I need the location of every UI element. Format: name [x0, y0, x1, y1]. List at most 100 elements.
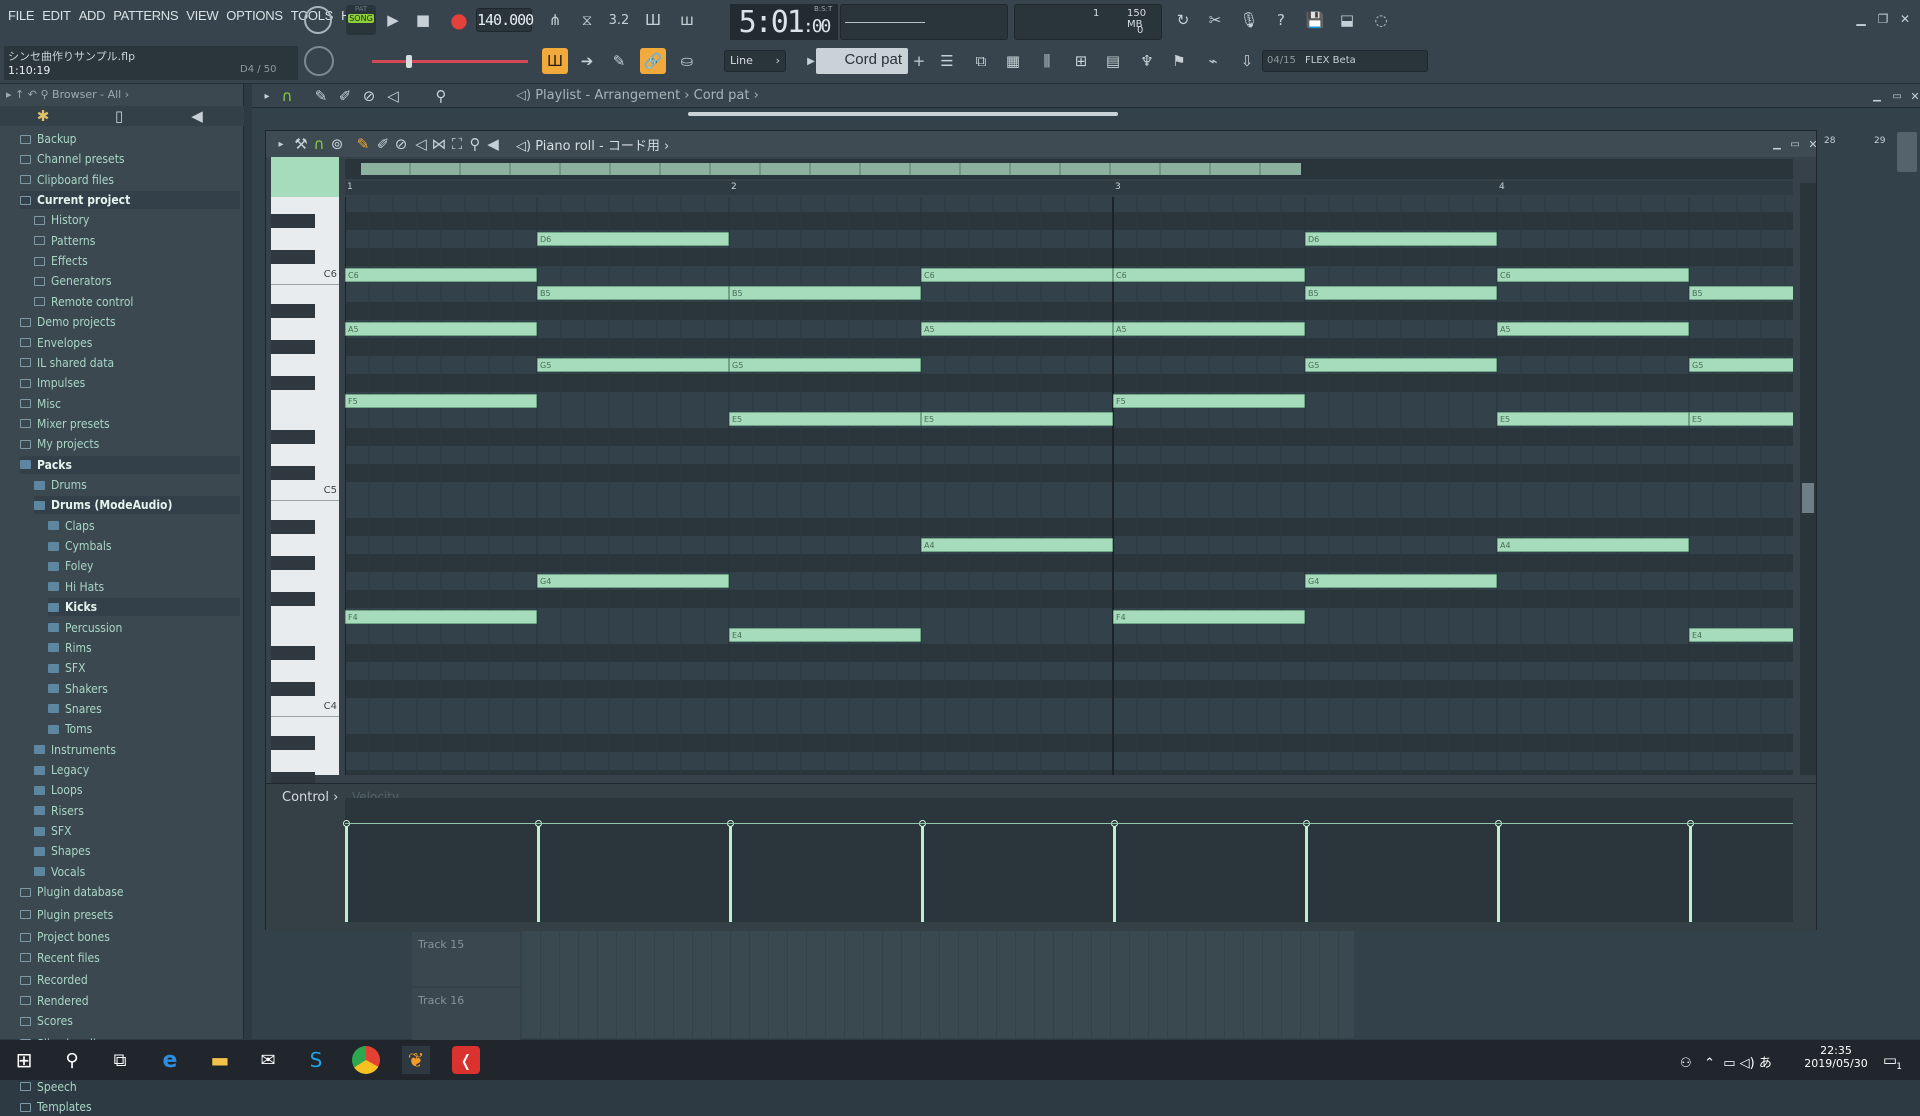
browser-item[interactable]: Drums	[34, 476, 87, 494]
browser-item[interactable]: Plugin database	[20, 883, 124, 901]
cut-icon[interactable]: ✂	[1202, 7, 1228, 33]
download-icon[interactable]: ⇩	[1234, 48, 1260, 74]
track-15-header[interactable]: Track 15	[412, 932, 520, 986]
note[interactable]: A5	[921, 322, 1113, 336]
link-icon[interactable]: 🔗	[640, 48, 666, 74]
speaker-icon[interactable]: ◀	[184, 103, 210, 129]
ime-indicator[interactable]: あ	[1759, 1056, 1772, 1071]
note[interactable]: A5	[1113, 322, 1305, 336]
black-key[interactable]	[271, 646, 315, 660]
network-icon[interactable]: ▭	[1723, 1056, 1735, 1071]
note[interactable]: E4	[1689, 628, 1793, 642]
pr-close-icon[interactable]: ✕	[1800, 131, 1826, 157]
browser-item[interactable]: Templates	[20, 1098, 92, 1116]
loop-record-icon[interactable]: ш	[674, 7, 700, 33]
browser-item[interactable]: Remote control	[34, 293, 133, 311]
note[interactable]: E5	[729, 412, 921, 426]
mixer-icon[interactable]: ⫼	[1034, 48, 1060, 74]
slider-thumb[interactable]	[406, 55, 412, 68]
browser-item[interactable]: Legacy	[34, 761, 89, 779]
browser-item[interactable]: Patterns	[34, 232, 95, 250]
browser-item[interactable]: History	[34, 211, 89, 229]
browser-item[interactable]: Shapes	[34, 842, 90, 860]
browser-item[interactable]: Vocals	[34, 863, 85, 881]
note[interactable]: E5	[1689, 412, 1793, 426]
play-icon[interactable]: ▶	[380, 7, 406, 33]
browser-item[interactable]: Recorded	[20, 971, 88, 989]
piano-keyboard[interactable]: C6 C5 C4	[271, 197, 339, 786]
menu-view[interactable]: VIEW	[182, 8, 222, 23]
velocity-bar[interactable]	[345, 822, 348, 922]
magnet-icon[interactable]: ∩	[274, 83, 300, 109]
news-panel[interactable]: 04/15 FLEX Beta	[1262, 50, 1428, 72]
track-16-header[interactable]: Track 16	[412, 988, 520, 1042]
browser-item[interactable]: Loops	[34, 781, 83, 799]
note-overview[interactable]	[345, 159, 1793, 179]
stamp-tool-icon[interactable]: ⊚	[324, 131, 350, 157]
note[interactable]: B5	[729, 286, 921, 300]
windows-start-icon[interactable]: ⊞	[10, 1046, 38, 1074]
menu-edit[interactable]: EDIT	[38, 8, 74, 23]
file-icon[interactable]: ▯	[106, 103, 132, 129]
browser-item[interactable]: Hi Hats	[48, 578, 104, 596]
note[interactable]: C6	[345, 268, 537, 282]
black-key[interactable]	[271, 556, 315, 570]
black-key[interactable]	[271, 592, 315, 606]
channel-rack-icon[interactable]: ▦	[1000, 48, 1026, 74]
note[interactable]: D6	[537, 232, 729, 246]
browser-item[interactable]: Speech	[20, 1078, 77, 1096]
note[interactable]: C6	[921, 268, 1113, 282]
playlist-scrollbar[interactable]	[688, 112, 1118, 116]
mail-icon[interactable]: ✉	[254, 1046, 282, 1074]
close-icon[interactable]: ✕	[1892, 6, 1918, 32]
touch-keyboard-icon[interactable]: ⚑	[1166, 48, 1192, 74]
volume-icon[interactable]: ◁)	[1740, 1056, 1755, 1071]
star-icon[interactable]: ✱	[30, 103, 56, 129]
note[interactable]: G4	[537, 574, 729, 588]
render-icon[interactable]: ⬓	[1334, 7, 1360, 33]
note[interactable]: B5	[1305, 286, 1497, 300]
preview-speaker-icon[interactable]: ◀	[480, 131, 506, 157]
browser-item[interactable]: Clipboard files	[20, 171, 114, 189]
note[interactable]: C6	[1497, 268, 1689, 282]
edge-icon[interactable]: e	[156, 1046, 184, 1074]
browser-item[interactable]: Snares	[48, 700, 102, 718]
plugin-picker-icon[interactable]: ♆	[1134, 48, 1160, 74]
playlist-close-icon[interactable]: ✕	[1902, 83, 1920, 109]
plug-icon[interactable]: ⌁	[1200, 48, 1226, 74]
black-key[interactable]	[271, 736, 315, 750]
browser-item[interactable]: Envelopes	[20, 334, 92, 352]
note[interactable]: A5	[1497, 322, 1689, 336]
note[interactable]: G5	[1305, 358, 1497, 372]
browser-item[interactable]: IL shared data	[20, 354, 114, 372]
browser-item[interactable]: Recent files	[20, 949, 100, 967]
task-view-icon[interactable]: ⧉	[106, 1046, 134, 1074]
browser-item[interactable]: Instruments	[34, 741, 116, 759]
note[interactable]: G5	[1689, 358, 1793, 372]
browser-item[interactable]: SFX	[34, 822, 71, 840]
playlist-icon[interactable]: ☰	[934, 48, 960, 74]
browser-item[interactable]: Toms	[48, 720, 92, 738]
browser-item[interactable]: My projects	[20, 435, 99, 453]
pattern-selector[interactable]: Cord pat	[816, 48, 908, 74]
wait-input-icon[interactable]: ⧖	[574, 7, 600, 33]
browser-item[interactable]: Impulses	[20, 374, 85, 392]
stamp-icon[interactable]: ⛀	[674, 48, 700, 74]
menu-file[interactable]: FILE	[4, 8, 38, 23]
note[interactable]: B5	[1689, 286, 1793, 300]
record-icon[interactable]: ●	[446, 7, 472, 33]
chrome-icon[interactable]	[352, 1046, 380, 1074]
menu-options[interactable]: OPTIONS	[222, 8, 286, 23]
people-icon[interactable]: ⚇	[1680, 1056, 1692, 1071]
countdown-icon[interactable]: 3.2	[606, 7, 632, 33]
pat-song-switch[interactable]: PAT SONG	[346, 5, 376, 35]
pencil-icon[interactable]: ✎	[606, 48, 632, 74]
chat-icon[interactable]: ◌	[1368, 7, 1394, 33]
velocity-bar[interactable]	[1113, 822, 1116, 922]
mute-tool-icon[interactable]: ◁	[380, 83, 406, 109]
stop-icon[interactable]: ■	[410, 7, 436, 33]
black-key[interactable]	[271, 250, 315, 264]
browser-item[interactable]: Percussion	[48, 619, 122, 637]
black-key[interactable]	[271, 466, 315, 480]
black-key[interactable]	[271, 340, 315, 354]
